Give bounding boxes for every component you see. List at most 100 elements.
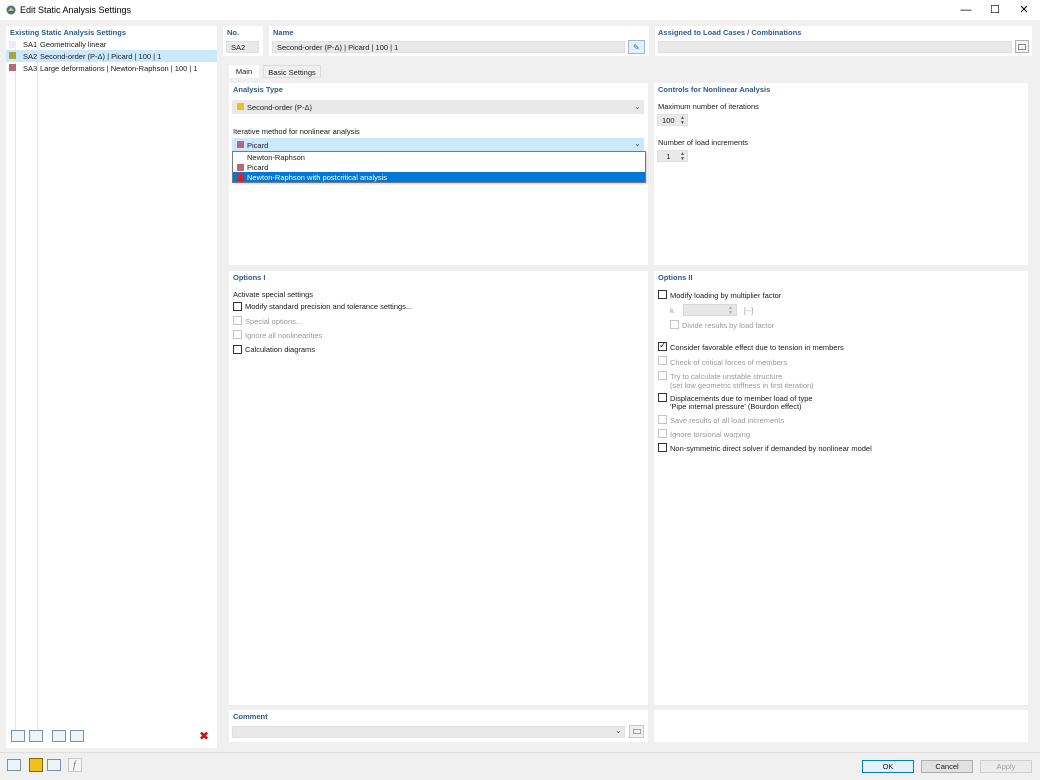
- comment-side-panel: [654, 710, 1028, 742]
- modify-precision-label: Modify standard precision and tolerance …: [245, 302, 413, 311]
- analysis-type-dropdown[interactable]: Second-order (P-Δ) ⌄: [232, 100, 644, 114]
- window-title: Edit Static Analysis Settings: [20, 5, 132, 15]
- ignore-torsional-checkbox[interactable]: [658, 429, 667, 438]
- modify-loading-checkbox[interactable]: [658, 290, 667, 299]
- divide-results-label: Divide results by load factor: [682, 321, 775, 330]
- spinner-arrows-icon: ▲ ▼: [680, 151, 685, 162]
- minimize-button[interactable]: —: [952, 0, 980, 20]
- divide-results-checkbox[interactable]: [670, 320, 679, 329]
- special-options-checkbox[interactable]: [233, 316, 242, 325]
- k-unit: [--]: [744, 306, 754, 315]
- option-label: Newton-Raphson with postcritical analysi…: [247, 173, 388, 182]
- checkmark-icon: ✓: [659, 340, 667, 350]
- critical-forces-label: Check of critical forces of members: [670, 358, 788, 367]
- analysis-type-header: Analysis Type: [233, 85, 283, 94]
- k-field[interactable]: ▲ ▼: [683, 304, 737, 316]
- comment-panel: Comment ⌄: [229, 710, 648, 742]
- options-i-panel: Options I Activate special settings Modi…: [229, 271, 648, 705]
- comment-library-button[interactable]: [629, 725, 644, 738]
- color-swatch: [237, 141, 244, 148]
- critical-forces-checkbox[interactable]: [658, 356, 667, 365]
- modify-loading-label: Modify loading by multiplier factor: [670, 291, 782, 300]
- list-item-sa3[interactable]: SA3 Large deformations | Newton-Raphson …: [6, 62, 217, 74]
- app-icon: [6, 5, 16, 15]
- units-icon[interactable]: [7, 759, 21, 771]
- ignore-nonlinearities-checkbox[interactable]: [233, 330, 242, 339]
- iterative-method-dropdown[interactable]: Picard ⌄: [232, 138, 644, 151]
- nonsymmetric-solver-checkbox[interactable]: [658, 443, 667, 452]
- assign-button[interactable]: [1015, 40, 1029, 53]
- k-label: k: [670, 306, 674, 315]
- list-icon: [1018, 44, 1026, 50]
- chevron-down-icon: ⌄: [634, 102, 641, 111]
- function-icon[interactable]: f: [68, 758, 82, 772]
- tab-main[interactable]: Main: [229, 65, 259, 79]
- edit-name-button[interactable]: ✎: [628, 40, 645, 54]
- ok-button[interactable]: OK: [862, 760, 914, 773]
- list-item-id: SA2: [23, 52, 38, 61]
- number-panel: No. SA2: [223, 26, 263, 56]
- comment-field[interactable]: [232, 726, 625, 738]
- displacements-checkbox[interactable]: [658, 393, 667, 402]
- chevron-down-icon: ⌄: [634, 139, 641, 148]
- assigned-panel: Assigned to Load Cases / Combinations: [655, 26, 1032, 56]
- assigned-field[interactable]: [658, 41, 1012, 53]
- controls-panel: Controls for Nonlinear Analysis Maximum …: [654, 83, 1028, 265]
- library-icon: [633, 729, 641, 734]
- assigned-label: Assigned to Load Cases / Combinations: [658, 28, 802, 37]
- list-item-label: Second-order (P-Δ) | Picard | 100 | 1: [40, 52, 162, 61]
- chevron-down-icon[interactable]: ⌄: [615, 726, 622, 735]
- check-all-icon[interactable]: [52, 730, 66, 742]
- modify-precision-checkbox[interactable]: [233, 302, 242, 311]
- save-results-checkbox[interactable]: [658, 415, 667, 424]
- number-label: No.: [227, 28, 240, 37]
- unstable-structure-note: (set low geometric stiffness in first it…: [670, 381, 814, 390]
- options-ii-header: Options II: [658, 273, 693, 282]
- list-item-label: Large deformations | Newton-Raphson | 10…: [40, 64, 198, 73]
- color-swatch: [237, 164, 244, 171]
- color-swatch: [9, 52, 16, 59]
- number-field[interactable]: SA2: [226, 41, 259, 53]
- calculation-diagrams-checkbox[interactable]: [233, 345, 242, 354]
- apply-button[interactable]: Apply: [980, 760, 1032, 773]
- close-button[interactable]: ✕: [1010, 0, 1038, 20]
- maximize-button[interactable]: ☐: [981, 0, 1009, 20]
- max-iterations-spinner[interactable]: 100 ▲ ▼: [657, 114, 688, 126]
- tab-basic-settings[interactable]: Basic Settings: [263, 65, 321, 78]
- controls-header: Controls for Nonlinear Analysis: [658, 85, 771, 94]
- list-view-icon[interactable]: [47, 759, 61, 771]
- option-label: Picard: [247, 163, 269, 172]
- color-swatch: [237, 174, 244, 181]
- option-newton-raphson-postcritical[interactable]: Newton-Raphson with postcritical analysi…: [233, 172, 645, 182]
- unstable-structure-label: Try to calculate unstable structure: [670, 372, 783, 381]
- unstable-structure-checkbox[interactable]: [658, 371, 667, 380]
- iterative-method-options: Newton-Raphson Picard Newton-Raphson wit…: [232, 151, 646, 183]
- list-item-sa1[interactable]: SA1 Geometrically linear: [6, 39, 217, 50]
- color-swatch: [237, 103, 244, 110]
- name-panel: Name Second-order (P-Δ) | Picard | 100 |…: [269, 26, 649, 56]
- load-increments-spinner[interactable]: 1 ▲ ▼: [657, 150, 688, 162]
- option-picard[interactable]: Picard: [233, 162, 645, 172]
- name-field[interactable]: Second-order (P-Δ) | Picard | 100 | 1: [272, 41, 625, 53]
- options-i-header: Options I: [233, 273, 266, 282]
- list-item-id: SA1: [23, 40, 38, 49]
- footer-divider: [0, 752, 1040, 753]
- title-bar: Edit Static Analysis Settings — ☐ ✕: [0, 0, 1040, 20]
- option-newton-raphson[interactable]: Newton-Raphson: [233, 152, 645, 162]
- delete-icon[interactable]: ✖: [199, 729, 209, 743]
- spinner-arrows-icon: ▲ ▼: [728, 305, 733, 316]
- max-iterations-value: 100: [662, 116, 675, 125]
- favorable-effect-checkbox[interactable]: ✓: [658, 340, 667, 351]
- copy-item-icon[interactable]: [29, 730, 43, 742]
- tree-line: [37, 46, 38, 741]
- new-item-icon[interactable]: [11, 730, 25, 742]
- favorable-effect-label: Consider favorable effect due to tension…: [670, 343, 844, 352]
- uncheck-all-icon[interactable]: [70, 730, 84, 742]
- color-icon[interactable]: [29, 758, 43, 772]
- list-item-sa2[interactable]: SA2 Second-order (P-Δ) | Picard | 100 | …: [6, 50, 217, 62]
- cancel-button[interactable]: Cancel: [921, 760, 973, 773]
- load-increments-value: 1: [666, 152, 671, 161]
- list-item-label: Geometrically linear: [40, 40, 107, 49]
- spinner-arrows-icon: ▲ ▼: [680, 115, 685, 126]
- analysis-type-panel: Analysis Type Second-order (P-Δ) ⌄ Itera…: [229, 83, 648, 265]
